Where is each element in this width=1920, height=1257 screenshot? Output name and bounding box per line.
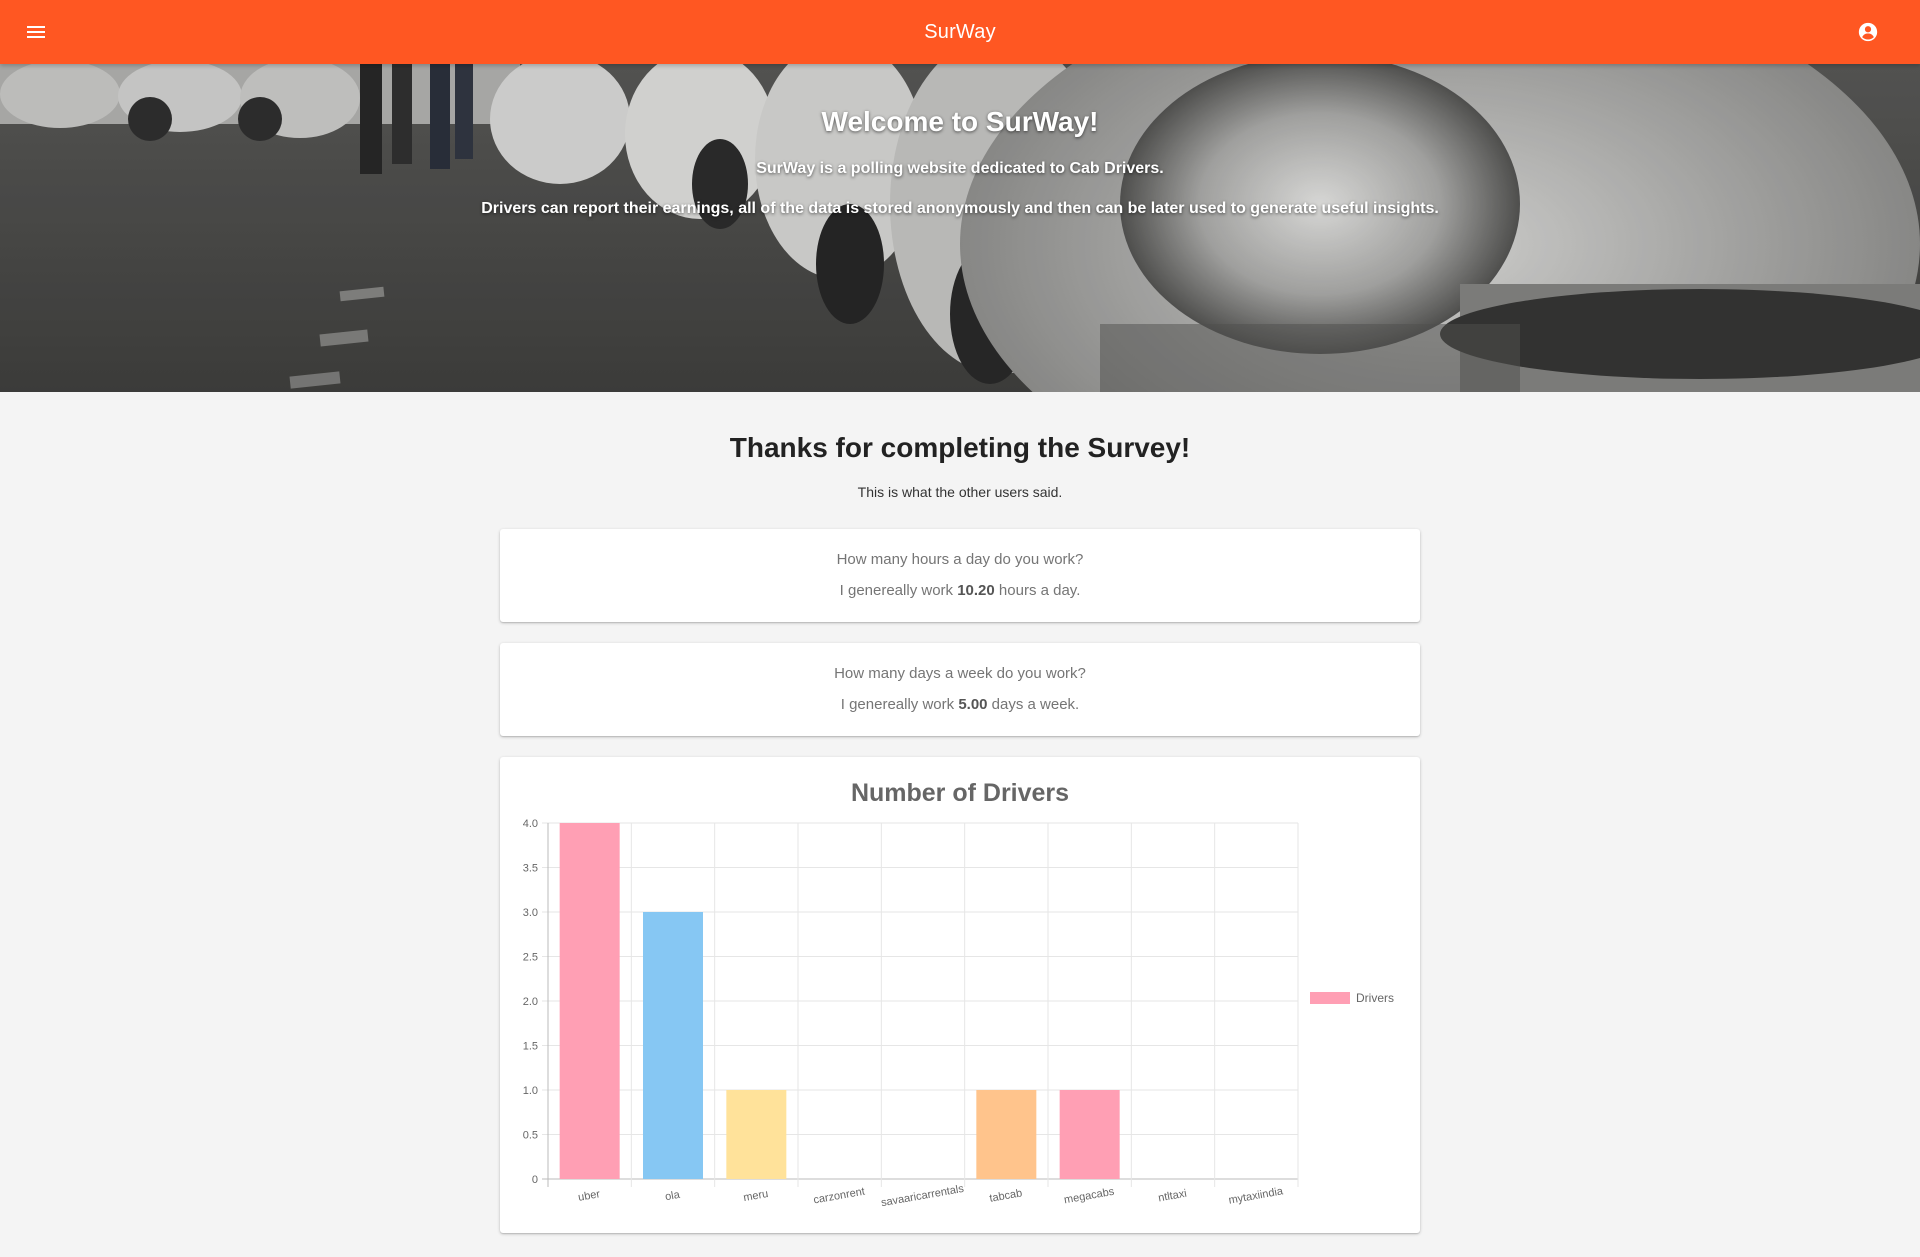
days-value: 5.00 (958, 696, 988, 713)
legend-label: Drivers (1356, 991, 1394, 1005)
bar-megacabs (1059, 1090, 1120, 1179)
days-answer-prefix: I genereally work (840, 696, 959, 713)
y-tick-label: 2.5 (523, 952, 538, 964)
days-answer-suffix: days a week. (987, 696, 1080, 713)
x-tick-label: tabcab (989, 1187, 1024, 1205)
bar-uber (559, 823, 620, 1179)
x-tick-label: carzonrent (813, 1186, 866, 1207)
hero-details: Drivers can report their earnings, all o… (481, 200, 1439, 217)
x-tick-label: uber (577, 1188, 601, 1204)
x-tick-label: ntltaxi (1157, 1188, 1187, 1205)
days-result-card: How many days a week do you work? I gene… (500, 643, 1420, 736)
x-tick-label: savaaricarrentals (880, 1183, 965, 1209)
y-tick-label: 3.0 (523, 907, 538, 919)
bar-chart: 0 0.5 1.0 1.5 2.0 2.5 3.0 3.5 4.0 uber ola meru carz… (523, 818, 1299, 1209)
main-content: Thanks for completing the Survey! This i… (0, 392, 1920, 1233)
y-tick-label: 1.0 (523, 1085, 538, 1097)
days-question: How many days a week do you work? (834, 665, 1086, 682)
chart-legend[interactable]: Drivers (1310, 991, 1394, 1005)
x-tick-label: ola (664, 1189, 681, 1204)
y-tick-label: 1.5 (523, 1041, 538, 1053)
legend-swatch (1310, 992, 1350, 1004)
hero-title: Welcome to SurWay! (821, 106, 1099, 137)
app-title[interactable]: SurWay (924, 21, 996, 44)
y-tick-label: 0 (532, 1174, 538, 1186)
y-tick-label: 2.0 (523, 996, 538, 1008)
hero-description: SurWay is a polling website dedicated to… (756, 160, 1164, 177)
bar-meru (726, 1090, 787, 1179)
hours-value: 10.20 (957, 582, 995, 599)
hours-answer-prefix: I genereally work (839, 582, 958, 599)
hours-result-card: How many hours a day do you work? I gene… (500, 529, 1420, 622)
hero-banner: Welcome to SurWay! SurWay is a polling w… (0, 64, 1920, 392)
page-heading: Thanks for completing the Survey! (729, 432, 1191, 463)
x-tick-label: meru (742, 1188, 769, 1204)
days-answer: I genereally work 5.00 days a week. (500, 696, 1420, 713)
y-tick-label: 3.5 (523, 863, 538, 875)
x-tick-label: megacabs (1063, 1186, 1116, 1207)
bar-tabcab (976, 1090, 1037, 1179)
hours-question: How many hours a day do you work? (836, 551, 1084, 568)
account-circle-icon[interactable] (1848, 12, 1888, 52)
hero-text: Welcome to SurWay! SurWay is a polling w… (0, 64, 1920, 218)
app-bar: SurWay (0, 0, 1920, 64)
menu-icon[interactable] (16, 12, 56, 52)
hours-answer: I genereally work 10.20 hours a day. (500, 582, 1420, 599)
bar-ola (643, 912, 703, 1179)
y-tick-label: 0.5 (523, 1130, 538, 1142)
x-tick-label: mytaxiindia (1228, 1185, 1285, 1207)
y-tick-label: 4.0 (523, 818, 538, 830)
hours-answer-suffix: hours a day. (994, 582, 1081, 599)
drivers-chart-card: Number of Drivers 0 0.5 1.0 1.5 2.0 2.5 3.0 3.5… (500, 757, 1420, 1233)
page-subtitle: This is what the other users said. (857, 484, 1063, 500)
